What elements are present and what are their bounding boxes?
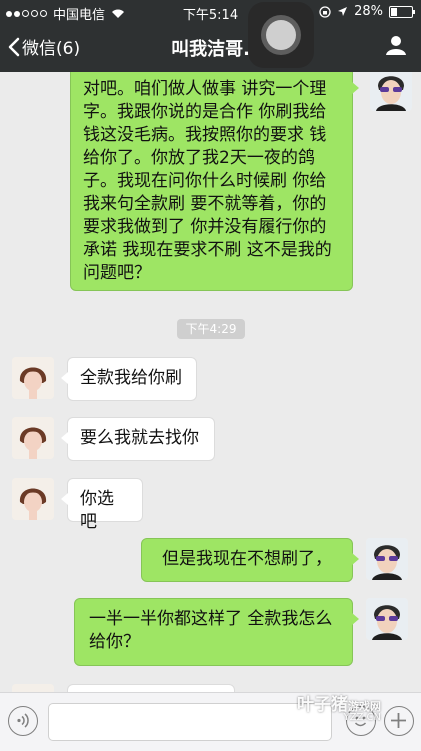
avatar-self-image: [366, 538, 408, 580]
message-bubble-received[interactable]: [67, 684, 235, 692]
message-bubble-received[interactable]: 你选吧: [61, 478, 143, 532]
assistive-center: [266, 20, 296, 50]
message-text: 你选吧: [80, 489, 114, 532]
avatar-self-image: [370, 72, 412, 111]
avatar-self[interactable]: [366, 538, 408, 580]
message-text: 要么我就去找你: [80, 428, 199, 448]
location-icon: [338, 7, 348, 16]
message-bubble-sent[interactable]: 一半一半你都这样了 全款我怎么给你？: [74, 598, 359, 666]
battery-icon: [389, 5, 415, 18]
avatar-contact-image: [12, 417, 54, 459]
assistive-touch-button[interactable]: [248, 2, 314, 68]
avatar-self-image: [366, 598, 408, 640]
message-bubble-sent[interactable]: 对吧。咱们做人做事 讲究一个理字。我跟你说的是合作 你刷我给钱这没毛病。我按照你…: [70, 72, 359, 291]
plus-icon: [391, 713, 406, 728]
avatar-contact[interactable]: [12, 684, 54, 692]
message-bubble-sent[interactable]: 但是我现在不想刷了，: [141, 538, 359, 582]
watermark-main: 叶子猪: [297, 695, 348, 715]
message-text: 但是我现在不想刷了，: [162, 549, 332, 569]
avatar-contact[interactable]: [12, 357, 54, 399]
avatar-self[interactable]: [366, 598, 408, 640]
timestamp-divider: 下午4:29: [177, 319, 245, 339]
voice-icon: [17, 713, 29, 728]
message-text: 一半一半你都这样了 全款我怎么给你？: [89, 609, 333, 652]
status-right: 28%: [319, 4, 415, 19]
avatar-contact-image: [12, 684, 54, 692]
message-bubble-received[interactable]: 全款我给你刷: [61, 357, 197, 401]
more-button[interactable]: [384, 706, 414, 736]
navigation-bar: 微信(6) 叫我洁哥.: [0, 22, 421, 72]
message-text: 对吧。咱们做人做事 讲究一个理字。我跟你说的是合作 你刷我给钱这没毛病。我按照你…: [83, 79, 332, 283]
orientation-lock-icon: [319, 5, 331, 18]
battery-percent: 28%: [354, 4, 383, 19]
avatar-contact[interactable]: [12, 417, 54, 459]
person-icon: [386, 36, 406, 55]
message-text: 全款我给你刷: [80, 368, 182, 388]
watermark: 叶子猪游戏网 YZZ.CN: [297, 690, 381, 723]
avatar-self[interactable]: [370, 72, 412, 111]
status-bar: 中国电信 下午5:14 28%: [0, 0, 421, 23]
avatar-contact-image: [12, 478, 54, 520]
chat-area[interactable]: 对吧。咱们做人做事 讲究一个理字。我跟你说的是合作 你刷我给钱这没毛病。我按照你…: [0, 72, 421, 692]
avatar-contact[interactable]: [12, 478, 54, 520]
profile-button[interactable]: [385, 34, 407, 60]
chat-title: 叫我洁哥.: [171, 39, 250, 60]
avatar-contact-image: [12, 357, 54, 399]
message-bubble-received[interactable]: 要么我就去找你: [61, 417, 215, 461]
voice-button[interactable]: [8, 706, 38, 736]
message-input[interactable]: [48, 703, 332, 741]
